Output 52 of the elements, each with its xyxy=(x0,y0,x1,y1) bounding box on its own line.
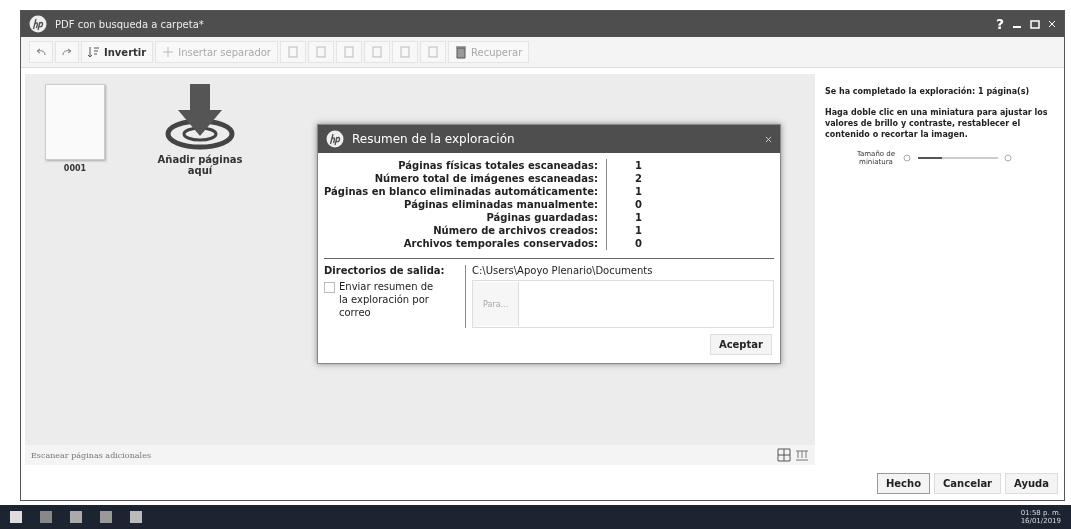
close-icon[interactable] xyxy=(765,135,772,143)
hint-text: Haga doble clic en una miniatura para ajustar los valores de brillo y contraste, restablecer el contenido o recortar la imagen. xyxy=(825,107,1049,140)
stat-value: 1 xyxy=(633,211,643,224)
email-checkbox[interactable] xyxy=(324,282,335,293)
stat-label: Páginas eliminadas manualmente: xyxy=(324,198,607,211)
page-icon xyxy=(371,46,383,58)
output-label: Directorios de salida: xyxy=(324,265,466,276)
stat-value: 1 xyxy=(633,185,643,198)
stat-label: Número de archivos creados: xyxy=(324,224,607,237)
toolbar-button[interactable]: Invertir xyxy=(81,41,154,63)
redo-button[interactable] xyxy=(55,41,79,63)
stat-value: 0 xyxy=(633,237,643,250)
redo-icon xyxy=(62,48,72,56)
drop-target-label: Añadir páginas aquí xyxy=(156,154,244,176)
stat-label: Páginas en blanco eliminadas automáticamente: xyxy=(324,185,607,198)
dialog-button[interactable]: Ayuda xyxy=(1005,473,1058,494)
scan-more-link[interactable]: Escanear páginas adicionales xyxy=(31,450,151,460)
stat-value: 1 xyxy=(633,159,643,172)
dialog-button[interactable]: Cancelar xyxy=(934,473,1002,494)
grid-view-icon[interactable] xyxy=(777,448,791,462)
stat-label: Páginas físicas totales escaneadas: xyxy=(324,159,607,172)
page-icon xyxy=(287,46,299,58)
dialog-button[interactable]: Hecho xyxy=(876,473,931,494)
separator-icon xyxy=(162,46,175,58)
logo-icon xyxy=(29,15,47,33)
undo-button[interactable] xyxy=(29,41,53,63)
filmstrip-view-icon[interactable] xyxy=(795,448,809,462)
stat-value: 2 xyxy=(633,172,643,185)
email-label: Enviar resumen de la exploración por correo xyxy=(339,280,435,320)
sort-icon xyxy=(88,46,100,58)
thumbnail-label: 0001 xyxy=(63,164,87,173)
stat-label: Archivos temporales conservados: xyxy=(324,237,607,250)
maximize-icon[interactable] xyxy=(1030,19,1040,29)
page-icon xyxy=(399,46,411,58)
output-path: C:\Users\Apoyo Plenario\Documents xyxy=(471,265,654,276)
window-title: PDF con busqueda a carpeta* xyxy=(55,18,205,30)
help-button[interactable]: ? xyxy=(995,16,1004,32)
stat-label: Número total de imágenes escaneadas: xyxy=(324,172,607,185)
download-arrow-icon[interactable] xyxy=(165,84,235,150)
page-icon xyxy=(427,46,439,58)
stat-label: Páginas guardadas: xyxy=(324,211,607,224)
status-text: Se ha completado la exploración: 1 página(s) xyxy=(825,86,1031,97)
undo-icon xyxy=(36,48,46,56)
stat-value: 1 xyxy=(633,224,643,237)
page-icon xyxy=(315,46,327,58)
stat-value: 0 xyxy=(633,198,643,211)
page-icon xyxy=(343,46,355,58)
logo-icon xyxy=(326,130,344,148)
page-thumbnail[interactable] xyxy=(45,84,105,160)
trash-icon xyxy=(455,45,467,59)
accept-button[interactable]: Aceptar xyxy=(709,334,772,355)
dialog-title: Resumen de la exploración xyxy=(352,132,516,146)
